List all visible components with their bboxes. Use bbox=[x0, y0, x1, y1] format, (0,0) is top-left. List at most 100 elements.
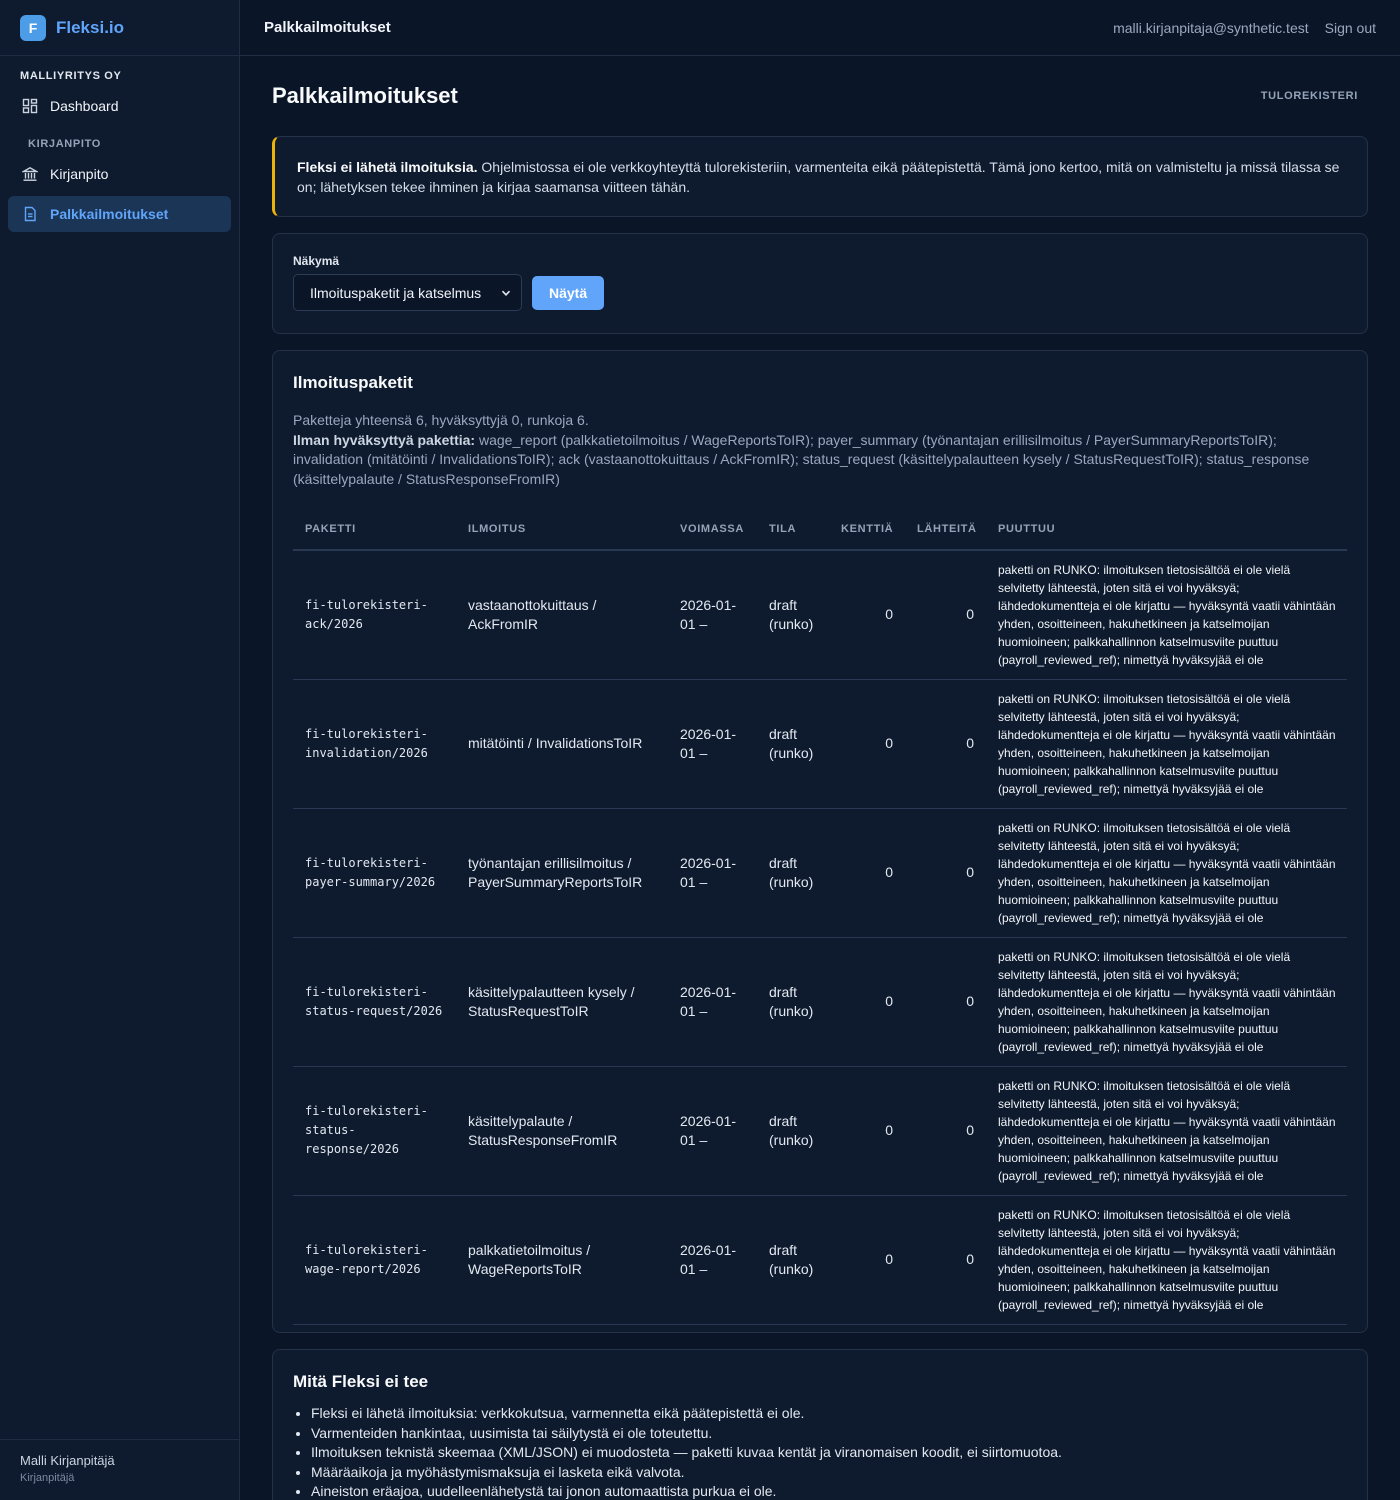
notice-banner: Fleksi ei lähetä ilmoituksia. Ohjelmisto… bbox=[272, 136, 1368, 217]
table-row: fi-tulorekisteri-wage-report/2026 palkka… bbox=[293, 1195, 1347, 1325]
column-header: VOIMASSA bbox=[668, 509, 757, 551]
column-header: KENTTIÄ bbox=[829, 509, 905, 551]
not-done-card: Mitä Fleksi ei tee Fleksi ei lähetä ilmo… bbox=[272, 1349, 1368, 1500]
missing-items: paketti on RUNKO: ilmoituksen tietosisäl… bbox=[986, 679, 1347, 809]
list-item: Varmenteiden hankintaa, uusimista tai sä… bbox=[311, 1424, 1347, 1444]
user-box: Malli Kirjanpitäjä Kirjanpitäjä bbox=[0, 1439, 239, 1500]
not-done-list: Fleksi ei lähetä ilmoituksia: verkkokuts… bbox=[293, 1404, 1347, 1500]
field-count: 0 bbox=[829, 808, 905, 938]
missing-label: Ilman hyväksyttyä pakettia: bbox=[293, 431, 476, 448]
page-tag: TULOREKISTERI bbox=[1260, 90, 1358, 102]
list-item: Fleksi ei lähetä ilmoituksia: verkkokuts… bbox=[311, 1404, 1347, 1424]
status: draft (runko) bbox=[757, 1066, 829, 1196]
column-header: ILMOITUS bbox=[456, 509, 668, 551]
source-count: 0 bbox=[905, 1195, 986, 1325]
org-name: MALLIYRITYS OY bbox=[20, 70, 122, 82]
table-row: fi-tulorekisteri-status-response/2026 kä… bbox=[293, 1066, 1347, 1196]
table-header-row: PAKETTI ILMOITUS VOIMASSA TILA KENTTIÄ L… bbox=[293, 509, 1347, 551]
field-count: 0 bbox=[829, 550, 905, 680]
source-count: 0 bbox=[905, 1066, 986, 1196]
notice-bold: Fleksi ei lähetä ilmoituksia. bbox=[297, 159, 478, 175]
packages-table: PAKETTI ILMOITUS VOIMASSA TILA KENTTIÄ L… bbox=[293, 509, 1347, 1325]
missing-items: paketti on RUNKO: ilmoituksen tietosisäl… bbox=[986, 937, 1347, 1067]
sidebar-item-dashboard[interactable]: Dashboard bbox=[8, 88, 231, 124]
column-header: PUUTTUU bbox=[986, 509, 1347, 551]
dashboard-icon bbox=[22, 98, 38, 114]
package-id: fi-tulorekisteri-wage-report/2026 bbox=[293, 1195, 456, 1325]
brand-name: Fleksi.io bbox=[56, 17, 125, 37]
field-count: 0 bbox=[829, 1066, 905, 1196]
valid-from: 2026-01-01 – bbox=[668, 1066, 757, 1196]
missing-items: paketti on RUNKO: ilmoituksen tietosisäl… bbox=[986, 550, 1347, 680]
report-name: palkkatietoilmoitus / WageReportsToIR bbox=[456, 1195, 668, 1325]
table-row: fi-tulorekisteri-ack/2026 vastaanottokui… bbox=[293, 550, 1347, 680]
table-row: fi-tulorekisteri-payer-summary/2026 työn… bbox=[293, 808, 1347, 938]
summary-line: Paketteja yhteensä 6, hyväksyttyjä 0, ru… bbox=[293, 412, 589, 428]
chevron-down-icon bbox=[501, 290, 511, 296]
field-count: 0 bbox=[829, 1195, 905, 1325]
sign-out-link[interactable]: Sign out bbox=[1325, 20, 1376, 36]
view-label: Näkymä bbox=[293, 254, 340, 268]
source-count: 0 bbox=[905, 937, 986, 1067]
sidebar-item-label: Palkkailmoitukset bbox=[50, 206, 169, 222]
packages-summary: Paketteja yhteensä 6, hyväksyttyjä 0, ru… bbox=[293, 411, 1347, 489]
report-name: mitätöinti / InvalidationsToIR bbox=[456, 679, 668, 809]
valid-from: 2026-01-01 – bbox=[668, 550, 757, 680]
valid-from: 2026-01-01 – bbox=[668, 937, 757, 1067]
brand[interactable]: F Fleksi.io bbox=[0, 0, 239, 56]
status: draft (runko) bbox=[757, 937, 829, 1067]
package-id: fi-tulorekisteri-status-response/2026 bbox=[293, 1066, 456, 1196]
missing-items: paketti on RUNKO: ilmoituksen tietosisäl… bbox=[986, 1195, 1347, 1325]
valid-from: 2026-01-01 – bbox=[668, 679, 757, 809]
packages-title: Ilmoituspaketit bbox=[293, 373, 413, 392]
sidebar-item-label: Dashboard bbox=[50, 98, 119, 114]
package-id: fi-tulorekisteri-status-request/2026 bbox=[293, 937, 456, 1067]
view-select[interactable]: Ilmoituspaketit ja katselmus bbox=[293, 274, 522, 311]
status: draft (runko) bbox=[757, 808, 829, 938]
topbar: Palkkailmoitukset malli.kirjanpitaja@syn… bbox=[240, 0, 1400, 56]
packages-card: Ilmoituspaketit Paketteja yhteensä 6, hy… bbox=[272, 350, 1368, 1333]
missing-items: paketti on RUNKO: ilmoituksen tietosisäl… bbox=[986, 808, 1347, 938]
main-content: Palkkailmoitukset TULOREKISTERI Fleksi e… bbox=[272, 56, 1368, 1500]
view-select-value: Ilmoituspaketit ja katselmus bbox=[310, 284, 482, 301]
field-count: 0 bbox=[829, 679, 905, 809]
list-item: Ilmoituksen teknistä skeemaa (XML/JSON) … bbox=[311, 1443, 1347, 1463]
missing-items: paketti on RUNKO: ilmoituksen tietosisäl… bbox=[986, 1066, 1347, 1196]
user-role: Kirjanpitäjä bbox=[20, 1472, 75, 1484]
source-count: 0 bbox=[905, 550, 986, 680]
column-header: LÄHTEITÄ bbox=[905, 509, 986, 551]
status: draft (runko) bbox=[757, 679, 829, 809]
brand-logo-icon: F bbox=[20, 14, 46, 41]
sidebar: F Fleksi.io MALLIYRITYS OY Dashboard KIR… bbox=[0, 0, 240, 1500]
show-button[interactable]: Näytä bbox=[532, 275, 605, 310]
table-row: fi-tulorekisteri-invalidation/2026 mität… bbox=[293, 679, 1347, 809]
source-count: 0 bbox=[905, 808, 986, 938]
source-count: 0 bbox=[905, 679, 986, 809]
not-done-title: Mitä Fleksi ei tee bbox=[293, 1372, 429, 1391]
report-name: vastaanottokuittaus / AckFromIR bbox=[456, 550, 668, 680]
package-id: fi-tulorekisteri-payer-summary/2026 bbox=[293, 808, 456, 938]
status: draft (runko) bbox=[757, 550, 829, 680]
report-name: käsittelypalaute / StatusResponseFromIR bbox=[456, 1066, 668, 1196]
sidebar-item-kirjanpito[interactable]: Kirjanpito bbox=[8, 156, 231, 192]
document-icon bbox=[24, 206, 36, 222]
valid-from: 2026-01-01 – bbox=[668, 1195, 757, 1325]
sidebar-item-label: Kirjanpito bbox=[50, 166, 109, 182]
list-item: Määräaikoja ja myöhästymismaksuja ei las… bbox=[311, 1463, 1347, 1483]
report-name: käsittelypalautteen kysely / StatusReque… bbox=[456, 937, 668, 1067]
nav-section-label: KIRJANPITO bbox=[28, 138, 102, 150]
topbar-title: Palkkailmoitukset bbox=[264, 19, 391, 36]
package-id: fi-tulorekisteri-ack/2026 bbox=[293, 550, 456, 680]
sidebar-item-palkkailmoitukset[interactable]: Palkkailmoitukset bbox=[8, 196, 231, 232]
user-name: Malli Kirjanpitäjä bbox=[20, 1453, 115, 1468]
view-card: Näkymä Ilmoituspaketit ja katselmus Näyt… bbox=[272, 233, 1368, 334]
list-item: Aineiston eräajoa, uudelleenlähetystä ta… bbox=[311, 1482, 1347, 1500]
column-header: PAKETTI bbox=[293, 509, 456, 551]
table-row: fi-tulorekisteri-status-request/2026 käs… bbox=[293, 937, 1347, 1067]
valid-from: 2026-01-01 – bbox=[668, 808, 757, 938]
page-title: Palkkailmoitukset bbox=[272, 83, 458, 108]
report-name: työnantajan erillisilmoitus / PayerSumma… bbox=[456, 808, 668, 938]
bank-icon bbox=[22, 166, 38, 181]
field-count: 0 bbox=[829, 937, 905, 1067]
column-header: TILA bbox=[757, 509, 829, 551]
